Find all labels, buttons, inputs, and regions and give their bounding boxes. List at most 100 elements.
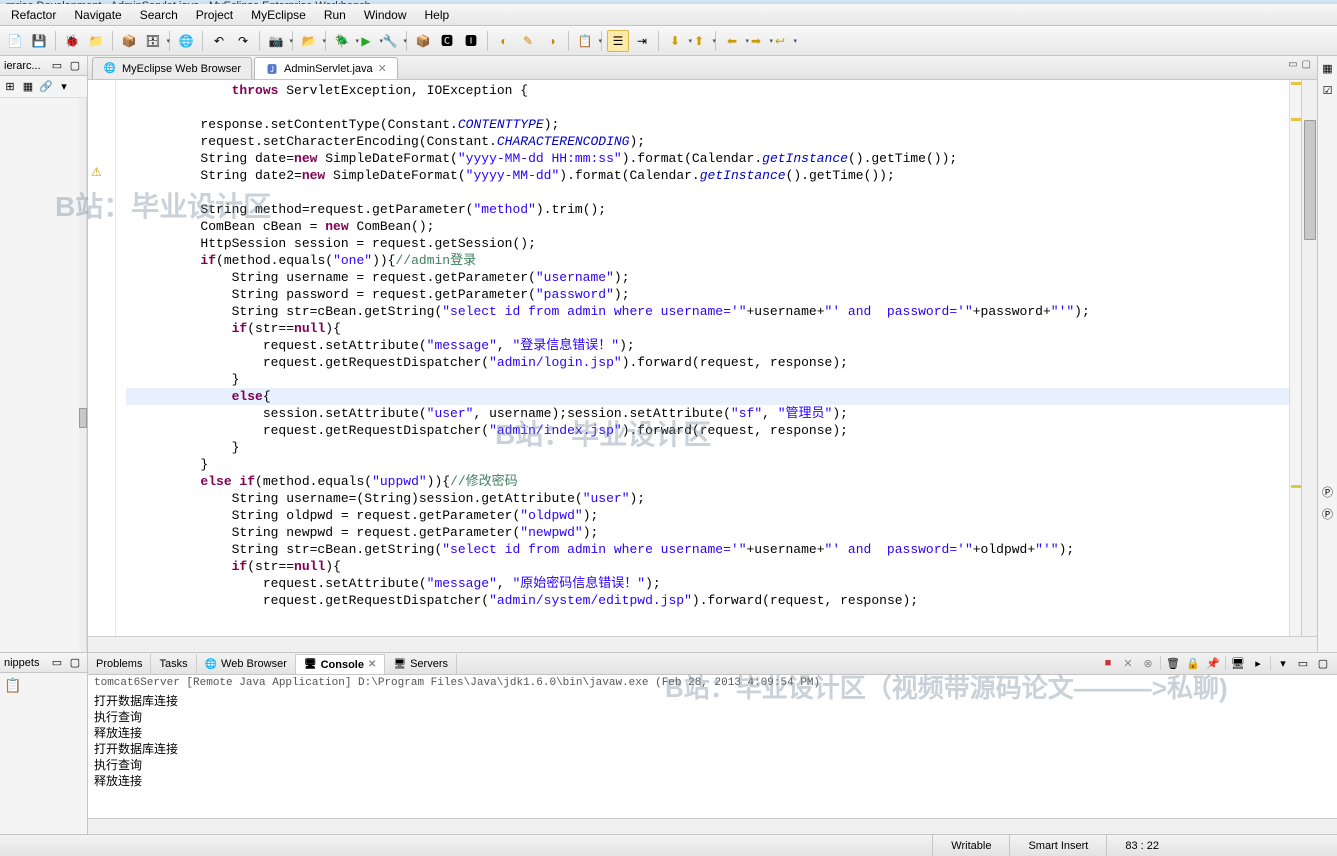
back-icon[interactable]: ⬅ <box>721 30 743 52</box>
filter-icon[interactable]: ▦ <box>20 79 36 95</box>
up-icon[interactable]: ⬆ <box>688 30 710 52</box>
code-editor[interactable]: throws ServletException, IOException { r… <box>126 80 1289 636</box>
down-icon[interactable]: ⬇ <box>664 30 686 52</box>
snippet-icon[interactable]: 📋 <box>4 677 21 693</box>
undo-icon[interactable]: ↶ <box>208 30 230 52</box>
menu-help[interactable]: Help <box>416 5 459 25</box>
code-line[interactable] <box>138 184 1289 201</box>
maximize-icon[interactable]: ▢ <box>67 655 83 671</box>
code-line[interactable]: } <box>138 371 1289 388</box>
close-icon[interactable]: ✕ <box>368 659 376 670</box>
menu-project[interactable]: Project <box>187 5 242 25</box>
scroll-lock-icon[interactable]: 🔒 <box>1185 655 1201 671</box>
run-icon[interactable]: ▶ <box>355 30 377 52</box>
new-icon[interactable]: 📄 <box>4 30 26 52</box>
palette2-icon[interactable]: ✎ <box>517 30 539 52</box>
tree-icon[interactable]: ⊞ <box>2 79 18 95</box>
fold-bar[interactable] <box>116 80 126 636</box>
code-line[interactable]: throws ServletException, IOException { <box>138 82 1289 99</box>
console-tab-servers[interactable]: 🖥Servers <box>385 654 457 674</box>
prop2-icon[interactable]: Ⓟ <box>1320 506 1336 522</box>
code-line[interactable]: if(str==null){ <box>138 320 1289 337</box>
console-scrollbar[interactable] <box>88 818 1337 834</box>
code-line[interactable]: } <box>138 456 1289 473</box>
menu-icon[interactable]: ▾ <box>56 79 72 95</box>
close-icon[interactable]: ✕ <box>378 62 387 75</box>
forward-icon[interactable]: ➡ <box>745 30 767 52</box>
indent-icon[interactable]: ⇥ <box>631 30 653 52</box>
new-intf-icon[interactable]: 🅸 <box>460 30 482 52</box>
new-console-icon[interactable]: ▾ <box>1275 655 1291 671</box>
code-line[interactable]: HttpSession session = request.getSession… <box>138 235 1289 252</box>
editor-gutter[interactable]: ⚠ <box>88 80 116 636</box>
code-line[interactable]: String password = request.getParameter("… <box>138 286 1289 303</box>
code-line[interactable]: if(method.equals("one")){//admin登录 <box>138 252 1289 269</box>
code-line[interactable]: request.setCharacterEncoding(Constant.CH… <box>138 133 1289 150</box>
save-icon[interactable]: 💾 <box>28 30 50 52</box>
task-icon[interactable]: ☑ <box>1320 82 1336 98</box>
console-tab-problems[interactable]: Problems <box>88 654 151 674</box>
console-tab-web-browser[interactable]: 🌐Web Browser <box>197 654 296 674</box>
redo-icon[interactable]: ↷ <box>232 30 254 52</box>
code-line[interactable]: session.setAttribute("user", username);s… <box>138 405 1289 422</box>
code-line[interactable] <box>138 99 1289 116</box>
bug-icon[interactable]: 🐞 <box>61 30 83 52</box>
display-icon[interactable]: 🖥 <box>1230 655 1246 671</box>
maximize-console-icon[interactable]: ▢ <box>1315 655 1331 671</box>
remove-all-icon[interactable]: ⊗ <box>1140 655 1156 671</box>
code-line[interactable]: request.getRequestDispatcher("admin/logi… <box>138 354 1289 371</box>
debug-icon[interactable]: 🪲 <box>331 30 353 52</box>
palette1-icon[interactable]: ◐ <box>493 30 515 52</box>
menu-search[interactable]: Search <box>131 5 187 25</box>
globe-icon[interactable]: 🌐 <box>175 30 197 52</box>
code-line[interactable]: else if(method.equals("uppwd")){//修改密码 <box>138 473 1289 490</box>
code-line[interactable]: request.getRequestDispatcher("admin/syst… <box>138 592 1289 609</box>
console-output[interactable]: 打开数据库连接执行查询释放连接打开数据库连接执行查询释放连接 <box>88 691 1337 818</box>
code-line[interactable]: request.setAttribute("message", "登录信息错误！… <box>138 337 1289 354</box>
open-console-icon[interactable]: ▸ <box>1250 655 1266 671</box>
code-line[interactable]: String date2=new SimpleDateFormat("yyyy-… <box>138 167 1289 184</box>
warning-marker-icon[interactable]: ⚠ <box>91 165 105 179</box>
horizontal-scrollbar[interactable] <box>88 636 1317 652</box>
remove-icon[interactable]: ✕ <box>1120 655 1136 671</box>
code-line[interactable]: if(str==null){ <box>138 558 1289 575</box>
palette3-icon[interactable]: ◑ <box>541 30 563 52</box>
code-line[interactable]: ComBean cBean = new ComBean(); <box>138 218 1289 235</box>
left-ruler[interactable] <box>79 98 87 652</box>
maximize-icon[interactable]: ▢ <box>67 58 83 74</box>
prop-icon[interactable]: Ⓟ <box>1320 484 1336 500</box>
folder-icon[interactable]: 📁 <box>85 30 107 52</box>
clear-icon[interactable]: 🗑 <box>1165 655 1181 671</box>
console-tab-console[interactable]: 🖥Console✕ <box>296 654 386 674</box>
code-line[interactable]: else{ <box>138 388 1289 405</box>
code-line[interactable]: String date=new SimpleDateFormat("yyyy-M… <box>138 150 1289 167</box>
menu-run[interactable]: Run <box>315 5 355 25</box>
link-icon[interactable]: 🔗 <box>38 79 54 95</box>
format-icon[interactable]: ☰ <box>607 30 629 52</box>
code-line[interactable]: String oldpwd = request.getParameter("ol… <box>138 507 1289 524</box>
overview-ruler[interactable] <box>1289 80 1301 636</box>
deploy-icon[interactable]: 📦 <box>118 30 140 52</box>
code-line[interactable]: String str=cBean.getString("select id fr… <box>138 303 1289 320</box>
menu-window[interactable]: Window <box>355 5 416 25</box>
code-line[interactable]: String username = request.getParameter("… <box>138 269 1289 286</box>
minimize-editor-icon[interactable]: ▭ <box>1288 59 1297 70</box>
minimize-console-icon[interactable]: ▭ <box>1295 655 1311 671</box>
last-edit-icon[interactable]: ↩ <box>769 30 791 52</box>
new-pkg-icon[interactable]: 📦 <box>412 30 434 52</box>
code-line[interactable]: String newpwd = request.getParameter("ne… <box>138 524 1289 541</box>
ext-tools-icon[interactable]: 🔧 <box>379 30 401 52</box>
pin-icon[interactable]: 📌 <box>1205 655 1221 671</box>
code-line[interactable]: } <box>138 439 1289 456</box>
code-line[interactable]: request.setAttribute("message", "原始密码信息错… <box>138 575 1289 592</box>
tab-browser[interactable]: 🌐 MyEclipse Web Browser <box>92 57 252 79</box>
menu-myeclipse[interactable]: MyEclipse <box>242 5 315 25</box>
code-line[interactable]: String method=request.getParameter("meth… <box>138 201 1289 218</box>
code-line[interactable]: String str=cBean.getString("select id fr… <box>138 541 1289 558</box>
new-class-icon[interactable]: 🅲 <box>436 30 458 52</box>
copy-icon[interactable]: 📋 <box>574 30 596 52</box>
server-icon[interactable]: 🗄 <box>142 30 164 52</box>
camera-icon[interactable]: 📷 <box>265 30 287 52</box>
menu-navigate[interactable]: Navigate <box>65 5 130 25</box>
menu-refactor[interactable]: Refactor <box>2 5 65 25</box>
